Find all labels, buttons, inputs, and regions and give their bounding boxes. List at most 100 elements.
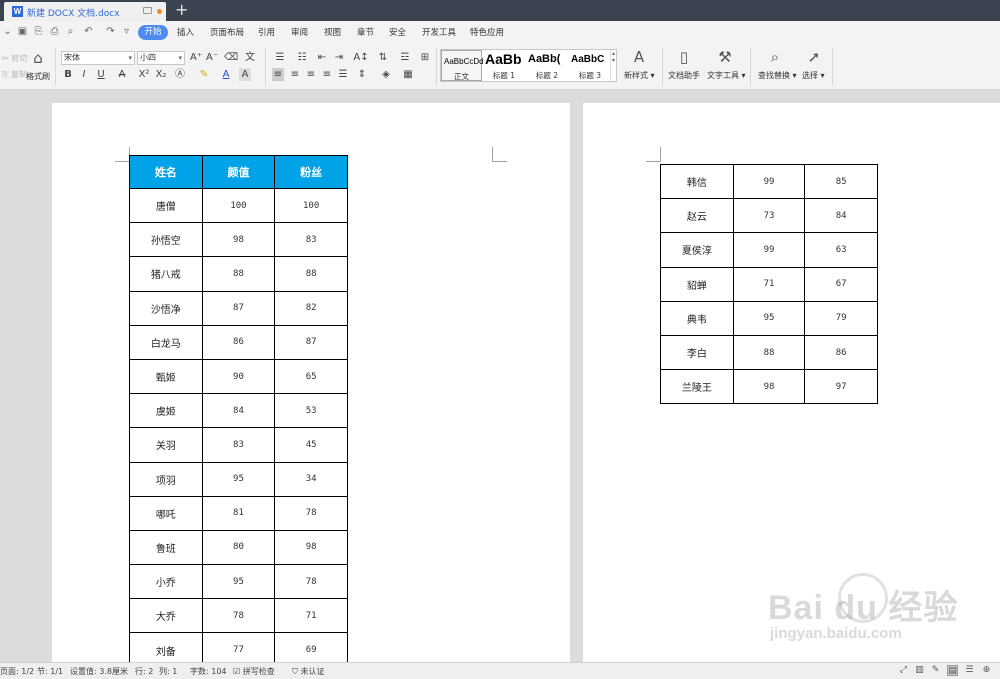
fans-cell[interactable]: 88 [274, 256, 348, 292]
font-name-select[interactable]: 宋体 ▾ [61, 51, 135, 65]
paragraph-spacing-icon[interactable]: ⇕ [354, 68, 370, 81]
header-looks[interactable]: 颜值 [201, 155, 276, 189]
name-cell[interactable]: 甄姬 [129, 358, 203, 395]
find-replace-button[interactable]: 查找替换 ▾ [758, 70, 797, 81]
italic-icon[interactable]: I [79, 68, 89, 81]
tab-view[interactable]: 视图 [324, 26, 341, 38]
align-center-icon[interactable]: ≡ [289, 68, 301, 81]
pinyin-icon[interactable]: 文 [241, 51, 259, 64]
text-effect-icon[interactable]: Ⓐ [172, 68, 188, 81]
looks-cell[interactable]: 81 [201, 495, 276, 531]
distribute-icon[interactable]: ☰ [337, 68, 349, 81]
bold-icon[interactable]: B [63, 68, 73, 81]
fans-cell[interactable]: 84 [804, 198, 878, 234]
looks-cell[interactable]: 95 [201, 564, 276, 600]
looks-cell[interactable]: 95 [732, 300, 806, 336]
undo-icon[interactable]: ↶ [83, 26, 94, 38]
fans-cell[interactable]: 78 [274, 495, 348, 531]
plus-icon[interactable]: + [175, 1, 188, 19]
name-cell[interactable]: 沙悟净 [129, 290, 203, 326]
style-scroll[interactable]: ▴ ▾ [610, 50, 616, 81]
print-preview-icon[interactable]: ⌕ [65, 26, 76, 38]
text-direction-icon[interactable]: A↕ [352, 51, 370, 64]
name-cell[interactable]: 典韦 [660, 300, 734, 336]
looks-cell[interactable]: 90 [201, 358, 276, 395]
fans-cell[interactable]: 53 [274, 393, 348, 429]
fans-cell[interactable]: 69 [274, 632, 348, 662]
subscript-icon[interactable]: X₂ [155, 68, 167, 81]
strikethrough-icon[interactable]: A [114, 68, 130, 81]
looks-cell[interactable]: 100 [201, 187, 276, 224]
fans-cell[interactable]: 45 [274, 427, 348, 463]
looks-cell[interactable]: 99 [732, 163, 806, 200]
font-color-icon[interactable]: A [219, 68, 233, 81]
fans-cell[interactable]: 67 [804, 266, 878, 302]
fans-cell[interactable]: 63 [804, 232, 878, 268]
fans-cell[interactable]: 97 [804, 369, 878, 405]
search-icon[interactable]: ⌕ [767, 49, 783, 65]
name-cell[interactable]: 鲁班 [129, 529, 203, 566]
certification-status[interactable]: ⛉ 未认证 [292, 666, 325, 677]
fans-cell[interactable]: 86 [804, 334, 878, 371]
looks-cell[interactable]: 77 [201, 632, 276, 662]
fans-cell[interactable]: 78 [274, 564, 348, 600]
looks-cell[interactable]: 83 [201, 427, 276, 463]
tab-review[interactable]: 审阅 [291, 26, 308, 38]
looks-cell[interactable]: 99 [732, 232, 806, 268]
name-cell[interactable]: 孙悟空 [129, 222, 203, 258]
decrease-indent-icon[interactable]: ⇤ [316, 51, 328, 64]
document-tab[interactable]: W 新建 DOCX 文档.docx [4, 2, 166, 21]
score-table-part-2[interactable]: 韩信 99 85 赵云 73 84 夏侯淳 99 63 貂蝉 71 67 典韦 95 79 李白 88 86 兰陵王… [660, 163, 878, 405]
superscript-icon[interactable]: X² [138, 68, 150, 81]
tab-developer[interactable]: 开发工具 [422, 26, 456, 38]
name-cell[interactable]: 唐僧 [129, 187, 203, 224]
fans-cell[interactable]: 100 [274, 187, 348, 224]
name-cell[interactable]: 赵云 [660, 198, 734, 234]
align-right-icon[interactable]: ≡ [305, 68, 317, 81]
format-painter-icon[interactable]: ⌂ [31, 50, 45, 66]
header-fans[interactable]: 粉丝 [274, 155, 348, 189]
format-painter-label[interactable]: 格式刷 [26, 71, 50, 82]
dropdown-icon[interactable]: ▿ [121, 26, 132, 38]
name-cell[interactable]: 貂蝉 [660, 266, 734, 302]
fans-cell[interactable]: 65 [274, 358, 348, 395]
looks-cell[interactable]: 78 [201, 598, 276, 634]
name-cell[interactable]: 白龙马 [129, 324, 203, 360]
cut-button[interactable]: ✂ 剪切 [2, 53, 27, 64]
copy-button[interactable]: ⎘ 复制 [2, 69, 27, 80]
looks-cell[interactable]: 80 [201, 529, 276, 566]
clear-format-icon[interactable]: ⌫ [224, 51, 238, 64]
highlight-icon[interactable]: ✎ [196, 68, 212, 81]
name-cell[interactable]: 韩信 [660, 163, 734, 200]
header-name[interactable]: 姓名 [129, 155, 203, 189]
sort-icon[interactable]: ⇅ [377, 51, 389, 64]
monitor-icon[interactable] [143, 7, 152, 14]
grow-font-icon[interactable]: A⁺ [190, 51, 202, 64]
tab-special-apps[interactable]: 特色应用 [470, 26, 504, 38]
new-style-button[interactable]: 新样式 ▾ [624, 70, 655, 81]
fans-cell[interactable]: 71 [274, 598, 348, 634]
name-cell[interactable]: 刘备 [129, 632, 203, 662]
export-pdf-icon[interactable]: ⎘ [33, 26, 44, 38]
style-heading-2[interactable]: AaBb( 标题 2 [526, 50, 568, 81]
looks-cell[interactable]: 73 [732, 198, 806, 234]
looks-cell[interactable]: 95 [201, 461, 276, 497]
select-button[interactable]: 选择 ▾ [802, 70, 825, 81]
name-cell[interactable]: 项羽 [129, 461, 203, 497]
tab-insert[interactable]: 插入 [177, 26, 194, 38]
tab-home[interactable]: 开始 [138, 25, 168, 40]
cursor-icon[interactable]: ➚ [806, 49, 822, 65]
redo-icon[interactable]: ↷ [105, 26, 116, 38]
chevron-icon[interactable]: ⌄ [2, 26, 13, 38]
name-cell[interactable]: 李白 [660, 334, 734, 371]
looks-cell[interactable]: 88 [201, 256, 276, 292]
looks-cell[interactable]: 98 [201, 222, 276, 258]
style-heading-3[interactable]: AaBbC 标题 3 [569, 50, 611, 81]
spell-check-button[interactable]: ☑ 拼写检查 [233, 666, 275, 677]
tab-security[interactable]: 安全 [389, 26, 406, 38]
underline-icon[interactable]: U [94, 68, 108, 81]
fans-cell[interactable]: 82 [274, 290, 348, 326]
looks-cell[interactable]: 86 [201, 324, 276, 360]
fans-cell[interactable]: 34 [274, 461, 348, 497]
edit-mode-icon[interactable]: ✎ [930, 665, 941, 676]
